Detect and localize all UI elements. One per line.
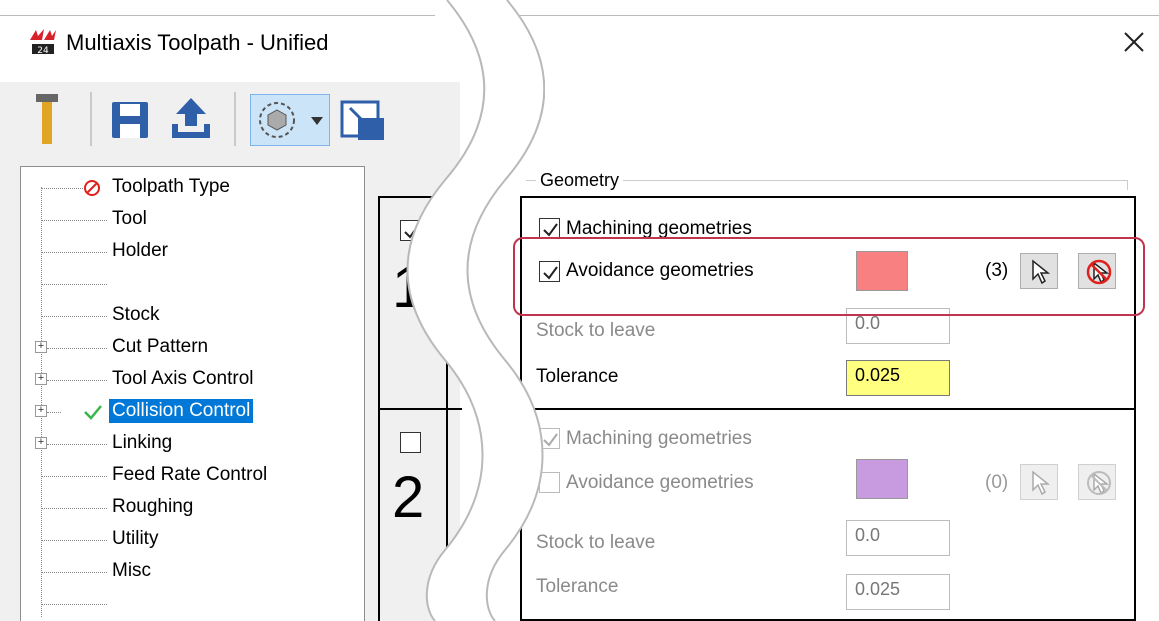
tree-label: Utility bbox=[112, 528, 159, 549]
expand-icon[interactable]: + bbox=[35, 341, 47, 353]
save-icon[interactable] bbox=[110, 100, 150, 140]
machining-geometries-label: Machining geometries bbox=[566, 428, 752, 449]
tolerance-field[interactable]: 0.025 bbox=[846, 574, 950, 610]
avoidance-highlight-box bbox=[513, 237, 1145, 316]
tree-item-utility[interactable]: Utility bbox=[21, 525, 351, 555]
tree-label: Holder bbox=[112, 240, 168, 261]
toolbar-separator bbox=[234, 92, 236, 146]
tree-item-misc[interactable]: Misc bbox=[21, 557, 351, 587]
dropdown-arrow-icon bbox=[311, 117, 323, 125]
avoidance-count: (0) bbox=[985, 472, 1009, 493]
tree-item-tool-axis-control[interactable]: + Tool Axis Control bbox=[21, 365, 351, 395]
machining-geometries-label: Machining geometries bbox=[566, 218, 752, 238]
select-geometry-button[interactable] bbox=[1020, 464, 1058, 500]
tool-icon[interactable] bbox=[36, 94, 58, 144]
tree-label: Tool Axis Control bbox=[112, 368, 254, 389]
row-header-column: 1 2 bbox=[378, 196, 462, 621]
tree-label: Toolpath Type bbox=[112, 176, 230, 197]
tree-label: Roughing bbox=[112, 496, 194, 517]
row-2-number: 2 bbox=[392, 465, 425, 530]
tree-label: Feed Rate Control bbox=[112, 464, 268, 485]
row-1-checkbox[interactable] bbox=[400, 220, 421, 241]
stock-to-leave-label: Stock to leave bbox=[536, 320, 656, 341]
avoidance-geometries-checkbox[interactable] bbox=[539, 472, 560, 493]
window-top-edge bbox=[0, 15, 435, 16]
machining-geometries-checkbox[interactable] bbox=[539, 218, 560, 239]
tree-label: Linking bbox=[112, 432, 173, 453]
window-top-edge bbox=[508, 15, 1159, 16]
clear-selection-icon bbox=[1087, 471, 1111, 495]
machining-geometries-checkbox[interactable] bbox=[539, 428, 560, 449]
error-icon bbox=[84, 180, 100, 196]
stock-to-leave-field[interactable]: 0.0 bbox=[846, 520, 950, 556]
tree-item-feed-rate-control[interactable]: Feed Rate Control bbox=[21, 461, 351, 491]
row-1-number: 1 bbox=[392, 255, 425, 320]
svg-text:24: 24 bbox=[37, 46, 49, 56]
view-sphere-button[interactable] bbox=[250, 94, 330, 146]
tree-item-collision-control[interactable]: + Collision Control bbox=[21, 397, 351, 427]
cursor-arrow-icon bbox=[1032, 470, 1051, 496]
row-2-checkbox[interactable] bbox=[400, 432, 421, 453]
row-divider bbox=[520, 408, 1136, 410]
expand-icon[interactable]: + bbox=[35, 437, 47, 449]
tolerance-label: Tolerance bbox=[536, 366, 619, 387]
toolpath-tree[interactable]: Toolpath Type Tool Holder Stock + Cut Pa… bbox=[20, 166, 365, 621]
clear-geometry-button[interactable] bbox=[1078, 464, 1116, 500]
stock-to-leave-label: Stock to leave bbox=[536, 532, 656, 553]
tree-item-stock[interactable]: Stock bbox=[21, 301, 351, 331]
window-title: Multiaxis Toolpath - Unified bbox=[66, 30, 329, 55]
tree-label: Tool bbox=[112, 208, 147, 229]
expand-icon[interactable]: + bbox=[35, 373, 47, 385]
geometry-group-label: Geometry bbox=[536, 170, 624, 191]
tree-item-blank bbox=[21, 589, 351, 619]
tree-item-cut-pattern[interactable]: + Cut Pattern bbox=[21, 333, 351, 363]
tree-item-holder[interactable]: Holder bbox=[21, 237, 351, 267]
mastercam-logo-icon: 24 bbox=[28, 28, 58, 56]
tree-item-blank bbox=[21, 269, 351, 299]
toolbar bbox=[0, 82, 460, 160]
tree-item-roughing[interactable]: Roughing bbox=[21, 493, 351, 523]
expand-icon[interactable]: + bbox=[35, 405, 47, 417]
toolbar-separator bbox=[90, 92, 92, 146]
tree-label: Collision Control bbox=[109, 399, 254, 423]
tree-item-toolpath-type[interactable]: Toolpath Type bbox=[21, 173, 351, 203]
tolerance-field[interactable]: 0.025 bbox=[846, 360, 950, 396]
tolerance-label: Tolerance bbox=[536, 576, 619, 597]
close-icon[interactable] bbox=[1118, 26, 1150, 58]
upload-icon[interactable] bbox=[170, 96, 212, 140]
tree-label: Stock bbox=[112, 304, 160, 325]
view-sphere-icon bbox=[259, 102, 295, 138]
tree-item-tool[interactable]: Tool bbox=[21, 205, 351, 235]
avoidance-color-swatch[interactable] bbox=[856, 459, 908, 499]
tree-label: Misc bbox=[112, 560, 152, 581]
checkmark-icon bbox=[84, 405, 102, 420]
tree-label: Cut Pattern bbox=[112, 336, 209, 357]
dock-window-icon[interactable] bbox=[340, 96, 386, 142]
tree-item-linking[interactable]: + Linking bbox=[21, 429, 351, 459]
avoidance-geometries-label: Avoidance geometries bbox=[566, 472, 754, 493]
